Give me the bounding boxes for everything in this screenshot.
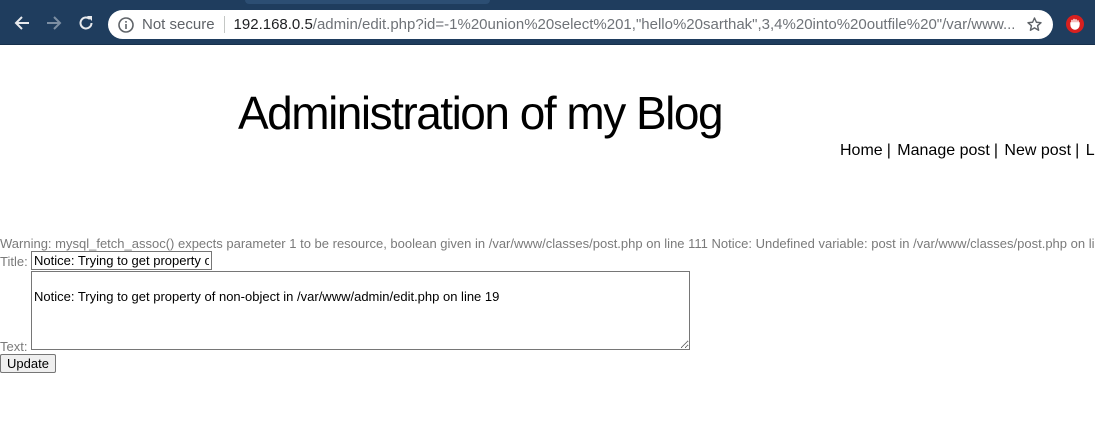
title-input[interactable] [31,251,212,270]
text-area[interactable]: Notice: Trying to get property of non-ob… [31,271,690,350]
active-tab-edge [245,0,490,4]
security-label[interactable]: Not secure [142,16,215,33]
back-button[interactable] [11,12,33,34]
reload-button[interactable] [75,12,97,34]
nav-new-post-link[interactable]: New post [1004,142,1071,159]
nav-separator: | [1075,142,1080,159]
nav-separator: | [886,142,891,159]
star-icon[interactable] [1026,16,1043,33]
nav-separator: | [993,142,998,159]
php-warning-message: Warning: mysql_fetch_assoc() expects par… [0,236,1095,251]
reload-icon [79,16,93,30]
url-text[interactable]: 192.168.0.5/admin/edit.php?id=-1%20union… [234,16,1014,33]
url-host: 192.168.0.5 [233,16,313,33]
title-label: Title: [0,254,28,269]
url-path: /admin/edit.php?id=-1%20union%20select%2… [312,16,1014,33]
address-bar[interactable]: Not secure 192.168.0.5/admin/edit.php?id… [108,10,1053,39]
forward-button[interactable] [43,12,65,34]
nav-home-link[interactable]: Home [840,142,883,159]
info-icon[interactable] [118,16,134,33]
omnibox-divider [223,16,225,33]
admin-nav: Home| Manage post| New post| Lo [840,142,1095,160]
update-button[interactable]: Update [0,354,56,373]
extension-button[interactable] [1066,15,1084,33]
forward-arrow-icon [47,16,62,30]
nav-manage-post-link[interactable]: Manage post [897,142,990,159]
page-title: Administration of my Blog [238,87,724,139]
extension-hand-icon [1070,18,1080,30]
text-label: Text: [0,339,28,354]
nav-logout-link[interactable]: Lo [1086,142,1095,159]
browser-toolbar: Not secure 192.168.0.5/admin/edit.php?id… [0,0,1095,45]
back-arrow-icon [14,16,29,30]
